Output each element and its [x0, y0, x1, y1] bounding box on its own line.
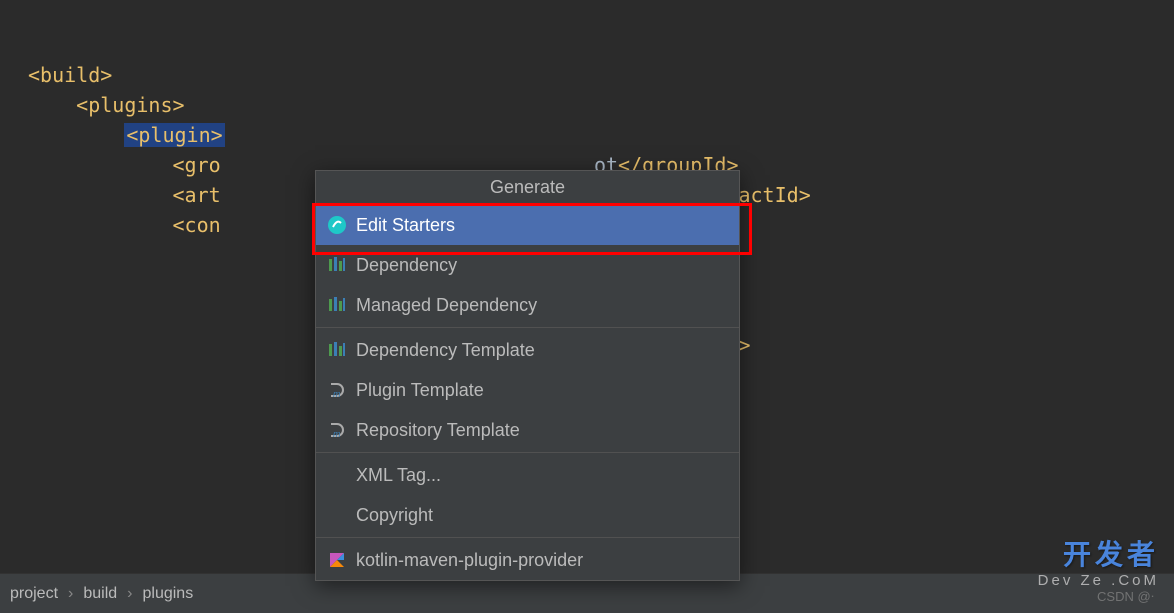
menu-item-label: Dependency [356, 255, 457, 276]
svg-text:m: m [333, 389, 341, 399]
watermark-brand: 开发者 [1063, 533, 1159, 573]
menu-separator [316, 327, 739, 328]
menu-separator [316, 452, 739, 453]
bars-icon [326, 339, 348, 361]
menu-separator [316, 537, 739, 538]
menu-item-managed-dependency[interactable]: Managed Dependency [316, 285, 739, 325]
menu-item-label: Repository Template [356, 420, 520, 441]
breadcrumb-item[interactable]: build [73, 585, 127, 603]
kotlin-icon [326, 549, 348, 571]
menu-item-label: kotlin-maven-plugin-provider [356, 550, 583, 571]
generate-context-menu: Generate Edit Starters Dependency Manage… [315, 170, 740, 581]
menu-item-copyright[interactable]: Copyright [316, 495, 739, 535]
code-line: <plugins> [0, 90, 1174, 120]
menu-item-xml-tag[interactable]: XML Tag... [316, 455, 739, 495]
menu-item-dependency[interactable]: Dependency [316, 245, 739, 285]
menu-item-label: Copyright [356, 505, 433, 526]
breadcrumb-item[interactable]: project [0, 585, 68, 603]
menu-item-kotlin-provider[interactable]: kotlin-maven-plugin-provider [316, 540, 739, 580]
watermark-csdn: CSDN @ᐧ [1097, 589, 1154, 605]
menu-item-label: Managed Dependency [356, 295, 537, 316]
watermark-sub: Dev Ze .CoM [1038, 572, 1159, 589]
maven-icon: m [326, 419, 348, 441]
code-line: <build> [0, 60, 1174, 90]
menu-item-dependency-template[interactable]: Dependency Template [316, 330, 739, 370]
menu-item-repository-template[interactable]: m Repository Template [316, 410, 739, 450]
maven-icon: m [326, 379, 348, 401]
bars-icon [326, 254, 348, 276]
menu-item-plugin-template[interactable]: m Plugin Template [316, 370, 739, 410]
code-line: <plugin> [0, 120, 1174, 150]
bars-icon [326, 294, 348, 316]
menu-item-label: Plugin Template [356, 380, 484, 401]
popup-title: Generate [316, 171, 739, 205]
menu-item-edit-starters[interactable]: Edit Starters [316, 205, 739, 245]
svg-text:m: m [333, 429, 341, 439]
menu-item-label: Edit Starters [356, 215, 455, 236]
spring-icon [326, 214, 348, 236]
menu-item-label: XML Tag... [356, 465, 441, 486]
breadcrumb-item[interactable]: plugins [133, 585, 204, 603]
menu-item-label: Dependency Template [356, 340, 535, 361]
